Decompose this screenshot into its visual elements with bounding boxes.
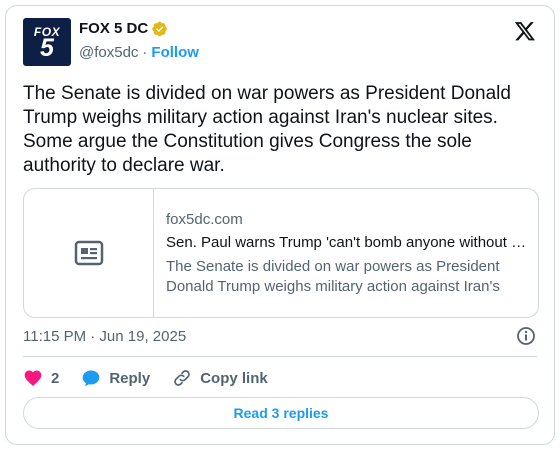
link-description: The Senate is divided on war powers as P… <box>166 258 500 295</box>
account-name-row: FOX 5 DC <box>79 20 168 37</box>
divider <box>23 356 537 357</box>
heart-icon <box>24 370 42 386</box>
like-button[interactable]: 2 <box>23 368 59 388</box>
action-bar: 2 Reply Copy link <box>23 366 290 390</box>
avatar-logo-text-bottom: 5 <box>40 34 54 62</box>
article-icon <box>74 240 103 266</box>
info-icon[interactable] <box>516 326 536 346</box>
tweet-text: The Senate is divided on war powers as P… <box>23 83 511 176</box>
link-preview-card[interactable]: fox5dc.com Sen. Paul warns Trump 'can't … <box>23 188 539 318</box>
handle-row: @fox5dc · Follow <box>79 44 199 61</box>
link-preview-body: fox5dc.com Sen. Paul warns Trump 'can't … <box>166 211 528 297</box>
tweet-embed-card: FOX 5 FOX 5 DC @fox5dc · Follow The Sena… <box>5 5 555 445</box>
follow-button[interactable]: Follow <box>151 44 199 61</box>
link-thumbnail <box>24 189 154 317</box>
avatar[interactable]: FOX 5 <box>23 18 71 66</box>
account-name[interactable]: FOX 5 DC <box>79 20 148 37</box>
link-title[interactable]: Sen. Paul warns Trump 'can't bomb anyone… <box>166 234 528 251</box>
copy-link-label: Copy link <box>200 369 268 387</box>
reply-button[interactable]: Reply <box>81 368 150 388</box>
account-handle[interactable]: @fox5dc <box>79 44 138 61</box>
verified-badge-icon <box>152 21 168 36</box>
link-icon <box>174 370 190 386</box>
tweet-timestamp[interactable]: 11:15 PM · Jun 19, 2025 <box>23 328 186 345</box>
reply-bubble-icon <box>83 370 100 387</box>
link-domain: fox5dc.com <box>166 211 243 228</box>
read-replies-button[interactable]: Read 3 replies <box>23 397 539 429</box>
handle-separator: · <box>142 44 148 61</box>
x-logo-icon[interactable] <box>514 20 536 42</box>
copy-link-button[interactable]: Copy link <box>172 368 268 388</box>
like-count: 2 <box>51 369 60 387</box>
reply-label: Reply <box>109 369 151 387</box>
